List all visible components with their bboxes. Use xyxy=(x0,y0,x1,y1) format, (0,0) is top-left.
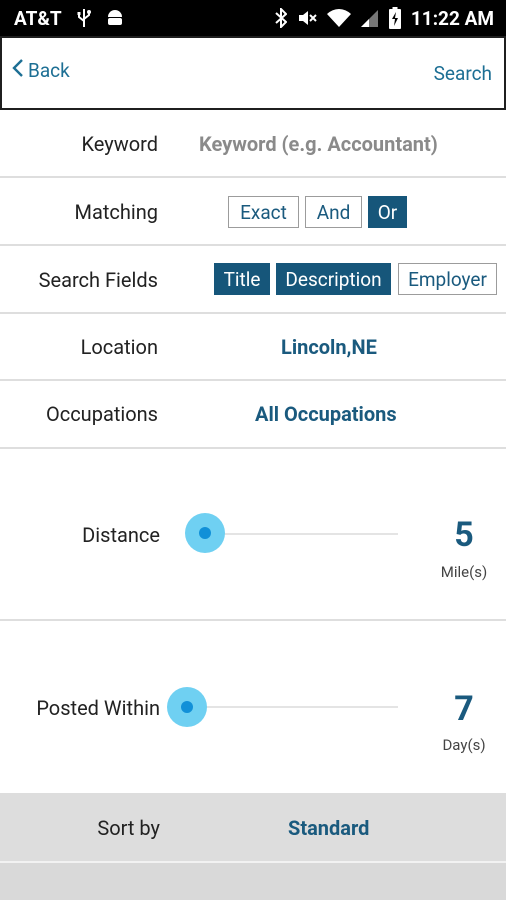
search-field-title-button[interactable]: Title xyxy=(214,263,270,295)
occupations-label: Occupations xyxy=(45,402,158,426)
distance-unit: Mile(s) xyxy=(440,563,488,581)
matching-and-button[interactable]: And xyxy=(305,196,362,228)
distance-label: Distance xyxy=(82,523,160,547)
posted-within-value: 7 xyxy=(454,689,474,729)
usb-icon xyxy=(76,8,92,28)
posted-within-unit: Day(s) xyxy=(442,736,486,754)
occupations-row[interactable]: Occupations All Occupations xyxy=(0,381,506,449)
search-field-employer-button[interactable]: Employer xyxy=(398,263,497,295)
distance-value: 5 xyxy=(454,515,474,555)
signal-icon xyxy=(360,8,379,28)
chevron-left-icon xyxy=(12,58,24,83)
android-icon xyxy=(106,8,124,28)
posted-within-slider-track[interactable] xyxy=(186,706,398,708)
posted-within-slider-thumb[interactable] xyxy=(181,701,193,713)
keyword-input[interactable]: Keyword (e.g. Accountant) xyxy=(199,132,438,156)
mute-icon xyxy=(297,8,317,28)
status-bar: AT&T 11:22 AM xyxy=(0,0,506,36)
search-button[interactable]: Search xyxy=(434,62,492,85)
top-navigation-bar: Back Search xyxy=(0,36,506,110)
back-button[interactable]: Back xyxy=(12,58,70,83)
matching-label: Matching xyxy=(74,200,158,224)
search-field-description-button[interactable]: Description xyxy=(276,263,391,295)
clock-label: 11:22 AM xyxy=(410,6,494,30)
sort-by-value[interactable]: Standard xyxy=(288,816,369,840)
matching-exact-button[interactable]: Exact xyxy=(228,196,299,228)
keyword-row: Keyword Keyword (e.g. Accountant) xyxy=(0,110,506,178)
location-label: Location xyxy=(80,335,158,359)
carrier-label: AT&T xyxy=(14,6,62,30)
battery-icon xyxy=(388,7,401,29)
sort-by-label: Sort by xyxy=(97,816,160,840)
keyword-label: Keyword xyxy=(81,132,158,156)
bluetooth-icon xyxy=(275,8,287,28)
matching-or-button[interactable]: Or xyxy=(368,196,407,228)
search-fields-label: Search Fields xyxy=(38,268,158,292)
posted-within-row: Posted Within 7 Day(s) xyxy=(0,621,506,793)
occupations-value[interactable]: All Occupations xyxy=(255,402,397,426)
posted-within-label: Posted Within xyxy=(36,696,160,720)
search-fields-row: Search Fields Title Description Employer xyxy=(0,246,506,314)
wifi-icon xyxy=(326,8,351,28)
bottom-panel xyxy=(0,863,506,900)
distance-row: Distance 5 Mile(s) xyxy=(0,449,506,621)
sort-by-row[interactable]: Sort by Standard xyxy=(0,793,506,863)
distance-slider-thumb[interactable] xyxy=(199,527,211,539)
matching-row: Matching Exact And Or xyxy=(0,178,506,246)
location-value[interactable]: Lincoln,NE xyxy=(281,335,377,359)
back-label: Back xyxy=(28,59,70,82)
location-row[interactable]: Location Lincoln,NE xyxy=(0,314,506,381)
